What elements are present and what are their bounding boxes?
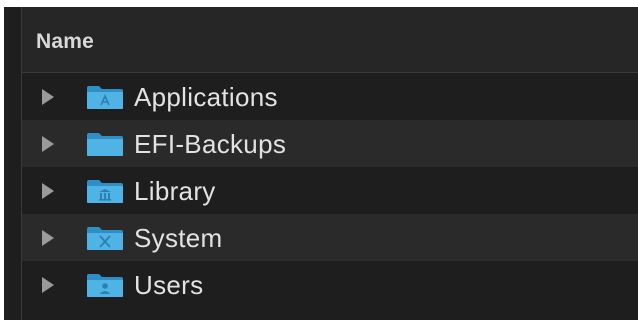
users-folder-icon [87,274,123,297]
file-name: System [134,223,223,253]
list-header: Name [22,7,638,73]
disclosure-triangle-icon[interactable] [42,136,54,152]
list-item-users[interactable]: Users [22,261,638,308]
disclosure-triangle-icon[interactable] [42,89,54,105]
list-item-library[interactable]: Library [22,167,638,214]
finder-window: Name Applications EFI-Backups Library Sy… [4,7,638,320]
file-list: Name Applications EFI-Backups Library Sy… [22,7,638,320]
disclosure-triangle-icon[interactable] [42,277,54,293]
file-name: EFI-Backups [134,129,287,159]
applications-folder-icon [87,86,123,109]
disclosure-triangle-icon[interactable] [42,183,54,199]
name-column-header[interactable]: Name [36,30,94,54]
sidebar-edge [4,7,22,320]
file-name: Library [134,176,216,206]
disclosure-triangle-icon[interactable] [42,230,54,246]
file-name: Applications [134,82,278,112]
folder-icon [87,133,123,156]
list-item-system[interactable]: System [22,214,638,261]
library-folder-icon [87,180,123,203]
file-rows: Applications EFI-Backups Library System … [22,73,638,308]
system-folder-icon [87,227,123,250]
list-item-efi-backups[interactable]: EFI-Backups [22,120,638,167]
list-item-applications[interactable]: Applications [22,73,638,120]
file-name: Users [134,270,204,300]
